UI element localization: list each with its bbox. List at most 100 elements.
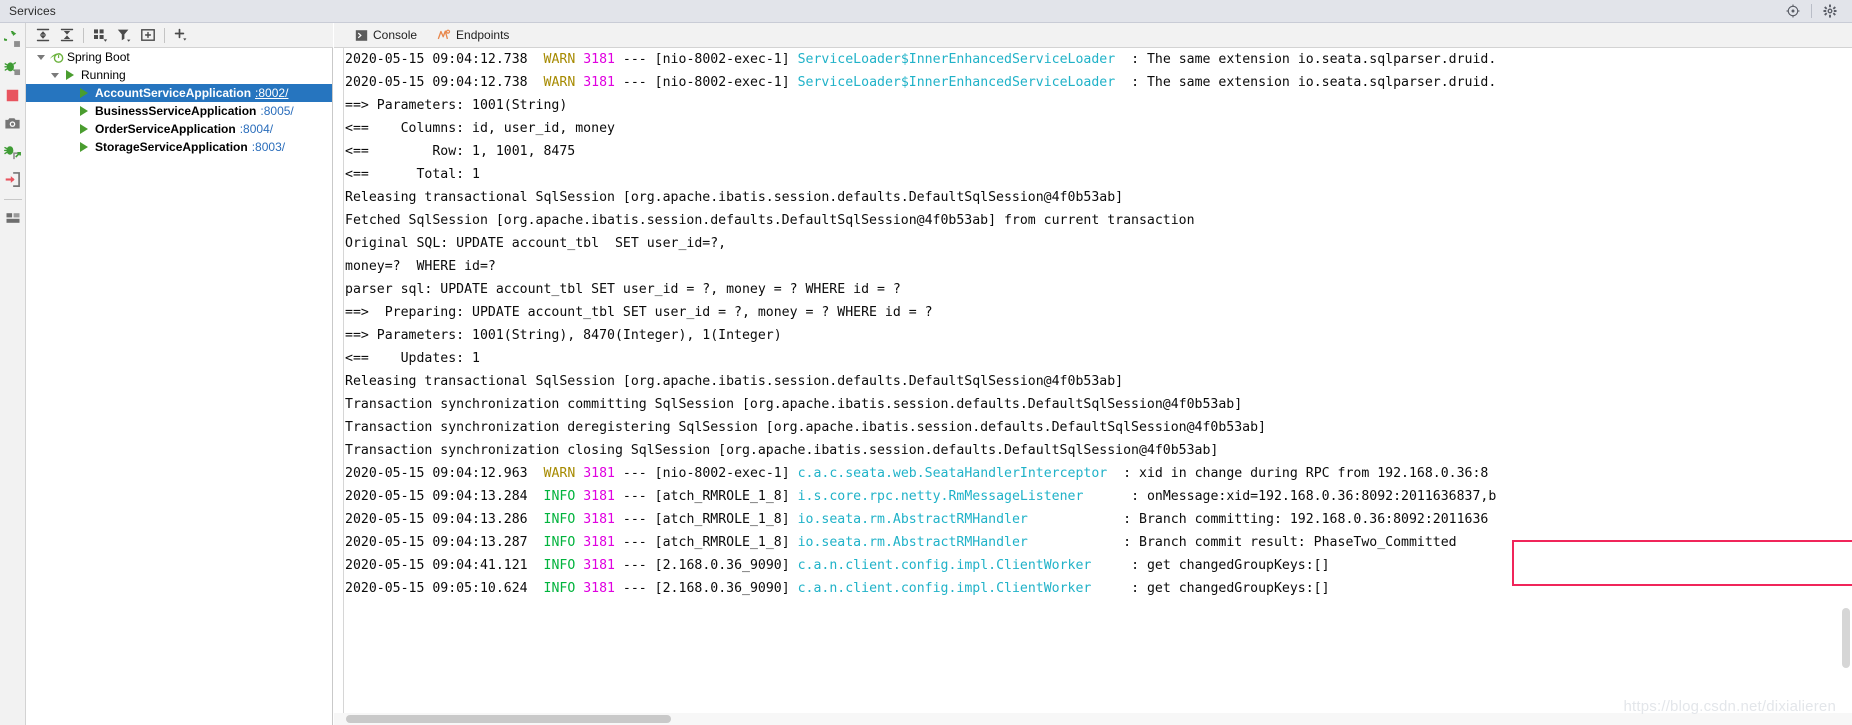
debug-icon[interactable] [2,56,24,78]
log-line: 2020-05-15 09:05:10.624 INFO 3181 --- [2… [345,577,1852,600]
run-icon [76,139,92,155]
log-segment-class: io.seata.rm.AbstractRMHandler [797,535,1028,550]
tree-row-port-link[interactable]: :8003/ [252,140,285,154]
log-segment-plain: : get changedGroupKeys:[] [1091,558,1330,573]
filter-icon[interactable] [112,24,136,46]
tree-row[interactable]: OrderServiceApplication:8004/ [26,120,332,138]
expand-all-icon[interactable] [31,24,55,46]
tree-row-port-link[interactable]: :8005/ [260,104,293,118]
tree-twisty-placeholder [62,120,76,138]
log-segment-plain: 2020-05-15 09:04:12.738 [345,52,544,67]
log-line: parser sql: UPDATE account_tbl SET user_… [345,278,1852,301]
log-segment-plain: : Branch committing: 192.168.0.36:8092:2… [1027,512,1489,527]
page-title: Services [9,4,56,18]
log-segment-class: c.a.n.client.config.impl.ClientWorker [797,558,1092,573]
log-line: Fetched SqlSession [org.apache.ibatis.se… [345,209,1852,232]
titlebar-divider [1811,4,1812,18]
log-segment-plain: : Branch commit result: PhaseTwo_Committ… [1027,535,1457,550]
target-icon[interactable] [1780,0,1806,22]
log-segment-class: i.s.core.rpc.netty.RmMessageListener [797,489,1084,504]
chevron-down-icon[interactable] [34,48,48,66]
log-segment-plain: 2020-05-15 09:04:12.963 [345,466,544,481]
log-line: <== Updates: 1 [345,347,1852,370]
log-segment-plain: : xid in change during RPC from 192.168.… [1107,466,1489,481]
console-icon [354,28,368,42]
log-line: Transaction synchronization closing SqlS… [345,439,1852,462]
tree-row-label: StorageServiceApplication [95,140,248,154]
log-segment-pid: 3181 [583,466,615,481]
titlebar-actions [1780,0,1852,22]
tree-row[interactable]: Spring Boot [26,48,332,66]
log-segment-class: ServiceLoader$InnerEnhancedServiceLoader [797,52,1116,67]
run-icon [76,85,92,101]
log-line: 2020-05-15 09:04:41.121 INFO 3181 --- [2… [345,554,1852,577]
exit-icon[interactable] [2,168,24,190]
console-tab-bar: Console Endpoints [334,23,1852,48]
log-segment-pid: 3181 [583,489,615,504]
layout-icon[interactable] [2,207,24,229]
group-by-icon[interactable] [88,24,112,46]
rerun-icon[interactable] [2,28,24,50]
log-segment-info: INFO [543,558,576,573]
log-segment-plain: 2020-05-15 09:04:13.284 [345,489,544,504]
log-segment-info: INFO [543,512,576,527]
log-segment-plain: Transaction synchronization closing SqlS… [345,443,1219,458]
log-segment-class: ServiceLoader$InnerEnhancedServiceLoader [797,75,1116,90]
console-log: 2020-05-15 09:04:12.738 WARN 3181 --- [n… [345,48,1852,725]
tree-row[interactable]: StorageServiceApplication :8003/ [26,138,332,156]
tree-row-label: Spring Boot [67,50,130,64]
log-line: money=? WHERE id=? [345,255,1852,278]
log-segment-plain: --- [nio-8002-exec-1] [614,52,798,67]
camera-icon[interactable] [2,112,24,134]
log-segment-plain: : get changedGroupKeys:[] [1091,581,1330,596]
log-segment-pid: 3181 [583,581,615,596]
log-segment-plain: <== Row: 1, 1001, 8475 [345,144,576,159]
stop-icon[interactable] [2,84,24,106]
log-segment-info: INFO [543,535,576,550]
sidebar-divider [3,199,22,200]
tree-row[interactable]: AccountServiceApplication:8002/ [26,84,332,102]
chevron-down-icon[interactable] [48,66,62,84]
tab-console[interactable]: Console [344,23,427,47]
log-segment-class: c.a.n.client.config.impl.ClientWorker [797,581,1092,596]
tree-twisty-placeholder [62,84,76,102]
log-segment-plain: --- [nio-8002-exec-1] [614,466,798,481]
log-segment-plain: 2020-05-15 09:04:13.286 [345,512,544,527]
log-segment-plain: --- [atch_RMROLE_1_8] [614,489,798,504]
console-horizontal-scrollbar-thumb[interactable] [346,715,671,723]
console-output-panel[interactable]: 2020-05-15 09:04:12.738 WARN 3181 --- [n… [334,48,1852,725]
log-segment-pid: 3181 [583,75,615,90]
log-line: <== Total: 1 [345,163,1852,186]
log-segment-plain: 2020-05-15 09:04:12.738 [345,75,544,90]
tree-row[interactable]: BusinessServiceApplication:8005/ [26,102,332,120]
log-segment-plain: --- [atch_RMROLE_1_8] [614,512,798,527]
tree-row[interactable]: Running [26,66,332,84]
show-in-new-window-icon[interactable] [136,24,160,46]
attach-debugger-icon[interactable] [2,140,24,162]
log-line: ==> Parameters: 1001(String) [345,94,1852,117]
console-gutter [334,48,344,725]
run-icon [76,121,92,137]
add-icon[interactable] [169,24,193,46]
log-segment-warn: WARN [543,466,576,481]
log-segment-plain: --- [nio-8002-exec-1] [614,75,798,90]
log-segment-plain: <== Columns: id, user_id, money [345,121,615,136]
services-tree[interactable]: Spring Boot Running AccountServiceApplicat… [26,48,333,725]
tree-row-label: Running [81,68,126,82]
log-segment-plain: --- [atch_RMROLE_1_8] [614,535,798,550]
collapse-all-icon[interactable] [55,24,79,46]
log-segment-plain: Transaction synchronization deregisterin… [345,420,1266,435]
log-segment-plain: --- [2.168.0.36_9090] [614,558,798,573]
tab-console-label: Console [373,28,418,42]
log-line: Original SQL: UPDATE account_tbl SET use… [345,232,1852,255]
log-segment-info: INFO [543,581,576,596]
tab-endpoints[interactable]: Endpoints [427,23,519,47]
console-vertical-scrollbar[interactable] [1842,608,1850,668]
tree-row-port-link[interactable]: :8004/ [240,122,273,136]
watermark: https://blog.csdn.net/dixialieren [1623,698,1836,715]
gear-icon[interactable] [1817,0,1843,22]
log-segment-plain: <== Updates: 1 [345,351,480,366]
log-segment-plain: --- [2.168.0.36_9090] [614,581,798,596]
run-icon [76,103,92,119]
tree-row-port-link[interactable]: :8002/ [255,86,288,100]
